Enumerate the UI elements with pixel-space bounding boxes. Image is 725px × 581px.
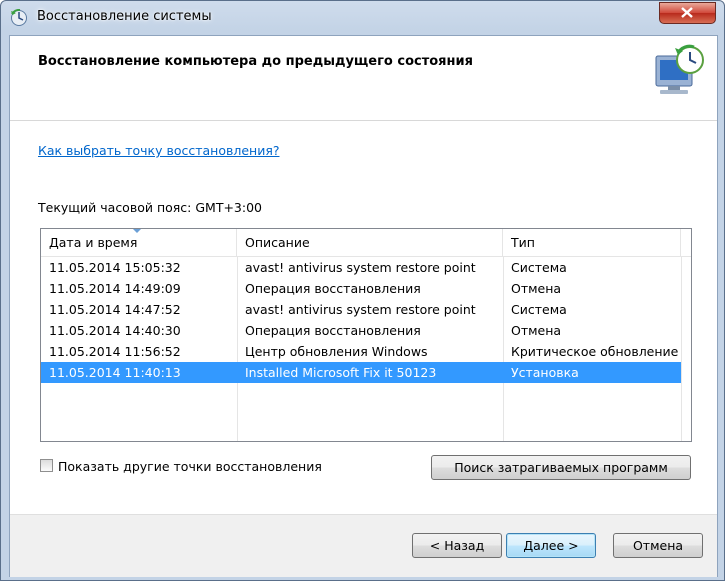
dialog-body: Восстановление компьютера до предыдущего…: [9, 35, 718, 577]
back-button[interactable]: < Назад: [412, 533, 502, 558]
column-divider: [681, 256, 682, 441]
table-row-selected[interactable]: 11.05.2014 11:40:13 Installed Microsoft …: [41, 362, 681, 383]
restore-points-list[interactable]: Дата и время Описание Тип 11.05.2014 15:…: [40, 228, 692, 442]
row-type: Отмена: [511, 281, 562, 296]
row-date: 11.05.2014 15:05:32: [49, 260, 181, 275]
row-description: Операция восстановления: [245, 281, 421, 296]
system-restore-window: Восстановление системы Восстановление ко…: [0, 0, 725, 581]
page-title: Восстановление компьютера до предыдущего…: [38, 54, 473, 69]
list-header: Дата и время Описание Тип: [41, 229, 691, 257]
scan-affected-programs-button[interactable]: Поиск затрагиваемых программ: [431, 455, 691, 480]
row-type: Система: [511, 302, 567, 317]
column-header-type-label: Тип: [511, 235, 535, 250]
table-row[interactable]: 11.05.2014 15:05:32 avast! antivirus sys…: [41, 257, 681, 278]
sort-arrow-icon: [133, 229, 141, 233]
row-date: 11.05.2014 14:49:09: [49, 281, 181, 296]
row-description: avast! antivirus system restore point: [245, 260, 476, 275]
column-header-date-label: Дата и время: [49, 235, 138, 250]
row-description: Центр обновления Windows: [245, 344, 428, 359]
show-more-checkbox[interactable]: [40, 459, 53, 472]
row-date: 11.05.2014 14:40:30: [49, 323, 181, 338]
row-type: Установка: [511, 365, 579, 380]
row-type: Система: [511, 260, 567, 275]
column-header-type[interactable]: Тип: [503, 229, 681, 256]
timezone-label: Текущий часовой пояс: GMT+3:00: [38, 200, 262, 215]
close-icon: [681, 7, 693, 18]
table-row[interactable]: 11.05.2014 14:40:30 Операция восстановле…: [41, 320, 681, 341]
table-row[interactable]: 11.05.2014 14:49:09 Операция восстановле…: [41, 278, 681, 299]
next-button[interactable]: Далее >: [506, 533, 596, 558]
column-header-date[interactable]: Дата и время: [41, 229, 237, 256]
row-description: Операция восстановления: [245, 323, 421, 338]
row-description: avast! antivirus system restore point: [245, 302, 476, 317]
row-type: Отмена: [511, 323, 562, 338]
table-row[interactable]: 11.05.2014 14:47:52 avast! antivirus sys…: [41, 299, 681, 320]
cancel-button[interactable]: Отмена: [613, 533, 703, 558]
title-bar[interactable]: Восстановление системы: [1, 1, 724, 35]
restore-computer-icon: [655, 44, 704, 94]
row-type: Критическое обновление: [511, 344, 679, 359]
show-more-checkbox-label[interactable]: Показать другие точки восстановления: [58, 459, 322, 474]
column-header-description-label: Описание: [245, 235, 310, 250]
table-row[interactable]: 11.05.2014 11:56:52 Центр обновления Win…: [41, 341, 681, 362]
window-title: Восстановление системы: [37, 9, 212, 24]
row-date: 11.05.2014 11:40:13: [49, 365, 181, 380]
system-restore-icon: [11, 9, 27, 26]
row-date: 11.05.2014 11:56:52: [49, 344, 181, 359]
column-header-description[interactable]: Описание: [237, 229, 503, 256]
help-link[interactable]: Как выбрать точку восстановления?: [38, 143, 279, 158]
row-date: 11.05.2014 14:47:52: [49, 302, 181, 317]
close-button[interactable]: [659, 2, 716, 24]
row-description: Installed Microsoft Fix it 50123: [245, 365, 437, 380]
wizard-header: Восстановление компьютера до предыдущего…: [10, 36, 717, 121]
wizard-footer: < Назад Далее > Отмена: [10, 514, 717, 577]
